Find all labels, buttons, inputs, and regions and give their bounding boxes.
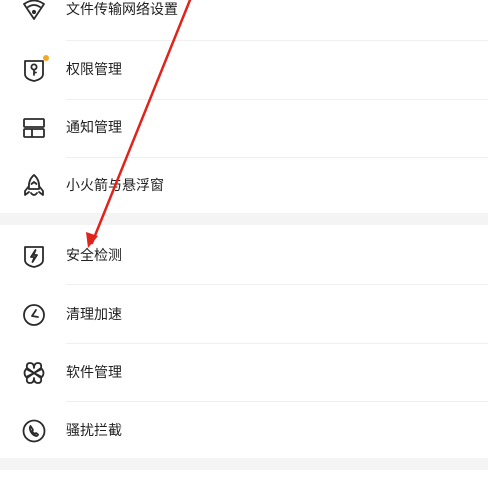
menu-item-label: 安全检测: [66, 248, 122, 264]
menu-item-clean-accelerate[interactable]: 清理加速: [0, 302, 488, 358]
rocket-icon: [21, 173, 47, 199]
app-clover-icon: [21, 360, 47, 386]
menu-item-notification-management[interactable]: 通知管理: [0, 115, 488, 171]
permission-key-icon: [21, 57, 47, 83]
menu-item-permission-management[interactable]: 权限管理: [0, 55, 488, 113]
phone-block-icon: [21, 418, 47, 444]
menu-item-label: 文件传输网络设置: [66, 2, 178, 18]
menu-item-label: 骚扰拦截: [66, 423, 122, 439]
menu-item-label: 通知管理: [66, 120, 122, 136]
divider: [66, 40, 488, 41]
divider: [66, 284, 488, 285]
notification-panel-icon: [21, 115, 47, 141]
security-bolt-shield-icon: [21, 243, 47, 269]
speed-clock-icon: [21, 302, 47, 328]
divider: [66, 401, 488, 402]
menu-item-label: 软件管理: [66, 365, 122, 381]
menu-item-label: 清理加速: [66, 307, 122, 323]
menu-item-label: 权限管理: [66, 62, 122, 78]
wifi-shield-icon: [21, 0, 47, 23]
menu-item-security-check[interactable]: 安全检测: [0, 243, 488, 299]
notification-badge-dot: [43, 55, 49, 61]
menu-item-label: 小火箭与悬浮窗: [66, 178, 164, 194]
section-gap: [0, 458, 488, 470]
menu-item-software-management[interactable]: 软件管理: [0, 360, 488, 416]
menu-item-file-transfer-network[interactable]: 文件传输网络设置: [0, 0, 488, 53]
section-gap: [0, 213, 488, 225]
divider: [66, 343, 488, 344]
divider: [66, 99, 488, 100]
divider: [66, 157, 488, 158]
next-item-icon-partial: [21, 487, 47, 495]
